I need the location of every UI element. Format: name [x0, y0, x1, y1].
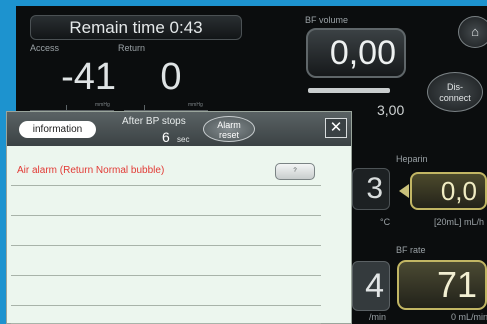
temperature-unit: °C — [380, 217, 391, 227]
after-bp-stops-label: After BP stops — [122, 116, 186, 127]
heparin-unit: [20mL] mL/h — [434, 217, 485, 227]
access-pressure-value: -41 — [61, 56, 116, 98]
dialysate-value[interactable]: 4 — [352, 261, 390, 311]
bf-volume-value[interactable]: 0,00 — [306, 28, 406, 78]
alarm-dialog-header: information After BP stops 6 sec Alarm r… — [7, 112, 351, 146]
dialysate-unit: /min — [369, 312, 387, 322]
bf-volume-progress-bar — [308, 88, 390, 93]
remain-time-display: Remain time 0:43 — [30, 15, 242, 40]
home-icon: ⌂ — [471, 24, 479, 39]
alarm-dialog: information After BP stops 6 sec Alarm r… — [6, 111, 352, 324]
return-pressure-value: 0 — [160, 56, 182, 98]
alarm-message: Air alarm (Return Normal bubble) — [17, 165, 165, 176]
bf-rate-unit: 0 mL/min — [451, 312, 487, 322]
alarm-list-item — [11, 246, 321, 276]
alarm-list-item — [11, 306, 321, 324]
access-label: Access — [30, 43, 60, 53]
return-unit: mmHg — [188, 102, 203, 108]
bf-volume-label: BF volume — [305, 15, 349, 25]
alarm-reset-label-line2: reset — [218, 130, 239, 140]
alarm-list-item[interactable]: Air alarm (Return Normal bubble) ? — [11, 156, 321, 186]
bf-rate-value[interactable]: 71 — [397, 260, 487, 310]
disconnect-label-line2: connect — [439, 93, 471, 103]
close-icon: ✕ — [329, 119, 343, 136]
alarm-reset-label-line1: Alarm — [217, 120, 241, 130]
alarm-help-button[interactable]: ? — [275, 163, 315, 180]
bf-rate-label: BF rate — [396, 245, 426, 255]
after-bp-stops-value: 6 — [162, 129, 170, 145]
alarm-list-item — [11, 186, 321, 216]
return-label: Return — [118, 43, 146, 53]
bf-volume-target: 3,00 — [377, 102, 405, 118]
heparin-arrow-icon — [399, 184, 409, 198]
alarm-list-item — [11, 276, 321, 306]
after-bp-stops-unit: sec — [177, 135, 190, 144]
disconnect-button[interactable]: Dis- connect — [427, 72, 483, 112]
disconnect-label-line1: Dis- — [447, 82, 463, 92]
heparin-rate-value[interactable]: 0,0 — [410, 172, 487, 210]
tab-information[interactable]: information — [19, 121, 96, 138]
home-button[interactable]: ⌂ — [458, 16, 487, 48]
temperature-value[interactable]: 3 — [352, 168, 390, 210]
heparin-label: Heparin — [396, 154, 428, 164]
alarm-list-item — [11, 216, 321, 246]
close-button[interactable]: ✕ — [325, 118, 347, 138]
access-unit: mmHg — [95, 102, 110, 108]
alarm-reset-button[interactable]: Alarm reset — [203, 116, 255, 142]
